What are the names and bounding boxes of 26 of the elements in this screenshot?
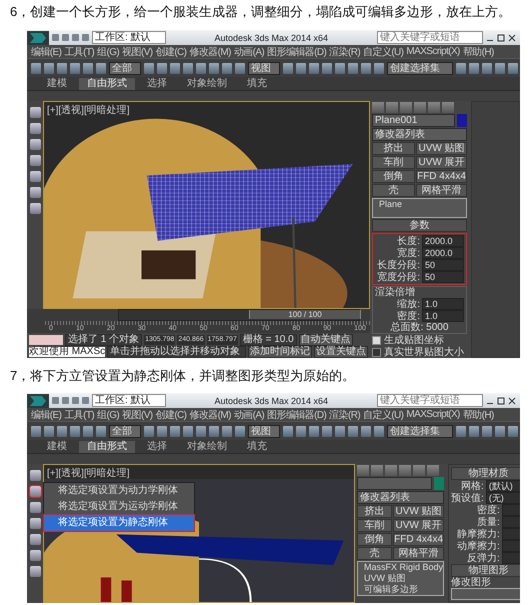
parameter-label: 网格: (461, 480, 484, 492)
parameter-label: 反弹力: (467, 552, 500, 564)
parameter-label: 预设值: (451, 492, 484, 504)
total-faces-text: 总面数: 5000 (390, 322, 450, 333)
checkbox-label: 生成贴图坐标 (384, 335, 444, 346)
parameter-label: 密度: (397, 310, 420, 322)
parameter-label: 宽度分段: (377, 272, 420, 282)
step-caption: 7，将下方立管设置为静态刚体，并调整图形类型为原始的。 (10, 367, 356, 385)
prompt-hint-text: 单击并拖动以选择并移动对象 (107, 346, 246, 358)
parameter-label: 动摩擦力: (457, 540, 500, 552)
window-title: Autodesk 3ds Max 2014 x64 (213, 396, 330, 406)
parameter-label: 长度: (397, 236, 420, 246)
parameter-label: 缩放: (397, 298, 420, 310)
maxscript-prompt-text: 欢迎使用 MAXSc (29, 346, 106, 356)
group-title: 修改图形 (451, 577, 492, 588)
grid-size-text: 栅格 = 10.0 (240, 334, 297, 346)
group-title: 渲染倍增 (375, 287, 416, 298)
parameter-label: 密度: (477, 504, 500, 516)
checkbox-label: 真实世界贴图大小 (384, 347, 464, 358)
window-title: Autodesk 3ds Max 2014 x64 (213, 32, 330, 42)
parameter-label: 质量: (477, 516, 500, 528)
parameter-label: 静摩擦力: (457, 528, 500, 540)
parameter-label: 宽度: (397, 248, 420, 258)
step-caption: 6，创建一个长方形，给一个服装生成器，调整细分，塌陷成可编辑多边形，放在上方。 (10, 3, 512, 21)
selection-status-text: 选择了 1 个对象 (65, 334, 142, 346)
parameter-label: 长度分段: (377, 260, 420, 270)
